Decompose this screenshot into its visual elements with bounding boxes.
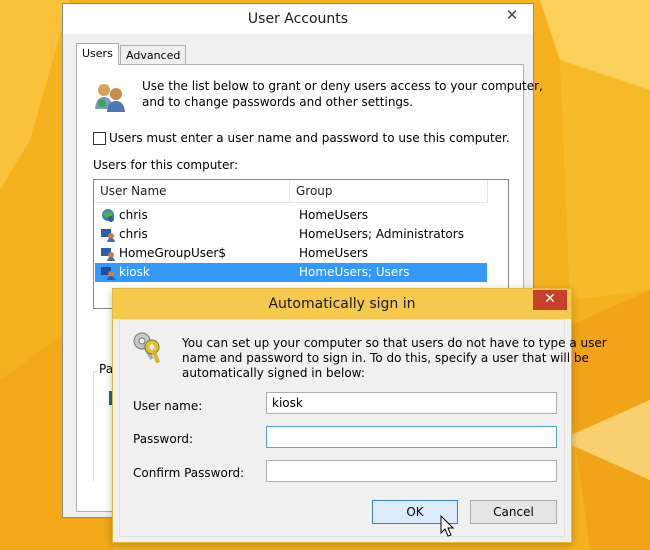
row-group: HomeUsers [299, 208, 369, 222]
column-header-group[interactable]: Group [290, 180, 488, 203]
close-icon: ✕ [505, 6, 519, 24]
auto-signin-dialog: Automatically sign in ✕ You can set up y… [112, 288, 607, 543]
require-login-checkbox[interactable] [93, 132, 106, 145]
dialog-description-line-1: You can set up your computer so that use… [182, 336, 607, 350]
row-group: HomeUsers; Users [299, 265, 410, 279]
dialog-title: Automatically sign in [113, 289, 571, 319]
username-field[interactable]: kiosk [266, 392, 557, 414]
password-label: Password: [133, 432, 194, 446]
column-header-username[interactable]: User Name [94, 180, 290, 203]
users-icon [95, 84, 125, 112]
tab-advanced[interactable]: Advanced [120, 45, 187, 65]
user-icon [102, 209, 114, 222]
user-icon [101, 267, 115, 280]
confirm-password-field[interactable] [266, 460, 557, 482]
users-list-label: Users for this computer: [93, 158, 239, 172]
username-label: User name: [133, 399, 203, 413]
dialog-body: You can set up your computer so that use… [119, 319, 607, 537]
window-title: User Accounts [63, 4, 533, 34]
dialog-description-line-3: automatically signed in below: [182, 366, 365, 380]
user-icon [101, 229, 115, 242]
cancel-button[interactable]: Cancel [470, 500, 557, 524]
dialog-close-button[interactable]: ✕ [533, 290, 567, 310]
password-groupbox [93, 371, 113, 481]
row-username: HomeGroupUser$ [119, 246, 226, 260]
tab-users[interactable]: Users [76, 43, 119, 65]
row-username: kiosk [119, 265, 150, 279]
intro-text-line-2: and to change passwords and other settin… [142, 95, 414, 109]
mouse-cursor-icon [440, 515, 455, 537]
require-login-label: Users must enter a user name and passwor… [109, 131, 510, 145]
row-username: chris [119, 208, 148, 222]
row-username: chris [119, 227, 148, 241]
keys-icon [133, 332, 160, 364]
table-row[interactable]: HomeGroupUser$ HomeUsers [95, 244, 487, 263]
intro-text-line-1: Use the list below to grant or deny user… [142, 79, 543, 93]
close-icon: ✕ [544, 291, 556, 307]
close-button[interactable]: ✕ [495, 6, 529, 27]
confirm-password-label: Confirm Password: [133, 466, 245, 480]
dialog-description-line-2: name and password to sign in. To do this… [182, 351, 589, 365]
password-group-label: Pa [99, 362, 114, 376]
table-row[interactable]: kiosk HomeUsers; Users [95, 263, 487, 282]
row-group: HomeUsers [299, 246, 369, 260]
password-field[interactable] [266, 426, 557, 448]
user-icon [101, 248, 115, 261]
row-group: HomeUsers; Administrators [299, 227, 464, 241]
table-row[interactable]: chris HomeUsers [95, 206, 487, 225]
table-row[interactable]: chris HomeUsers; Administrators [95, 225, 487, 244]
